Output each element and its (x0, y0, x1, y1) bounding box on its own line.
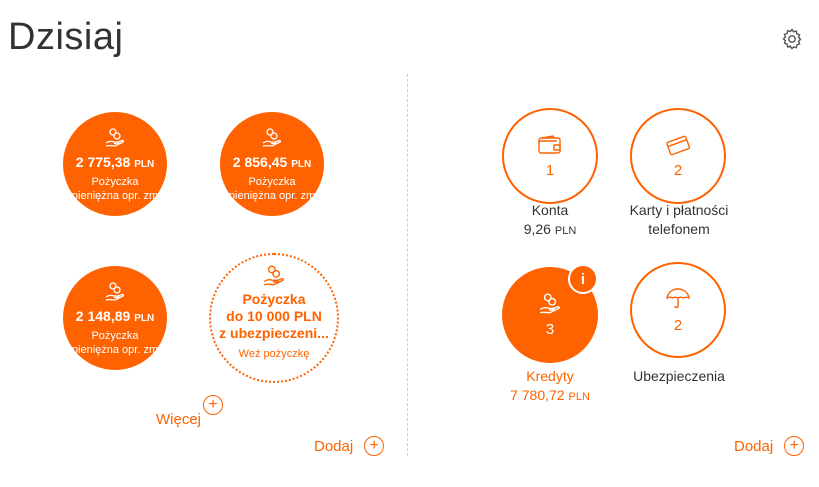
loan-amount: 2 148,89 PLN (75, 308, 155, 324)
card-icon (666, 135, 691, 155)
offer-text: Pożyczka do 10 000 PLN z ubezpieczeni... (219, 291, 329, 341)
product-cards[interactable]: 2 (630, 108, 726, 204)
coin-hand-icon (262, 128, 282, 147)
loan-description: Pożyczka pieniężna opr. zm (71, 176, 159, 202)
product-count: 2 (673, 161, 683, 179)
more-link[interactable]: Więcej (156, 411, 201, 428)
more-plus-icon[interactable]: + (203, 395, 223, 415)
product-count: 3 (545, 320, 555, 338)
wallet-icon (538, 134, 561, 154)
product-insurance-label: Ubezpieczenia (633, 368, 725, 384)
product-accounts[interactable]: 1 (502, 108, 598, 204)
loan-card-3[interactable]: 2 148,89 PLN Pożyczka pieniężna opr. zm (63, 266, 167, 370)
product-credits-label: Kredyty 7 780,72 PLN (510, 368, 590, 403)
plus-icon: + (364, 436, 385, 456)
offer-cta[interactable]: Weź pożyczkę (239, 348, 310, 360)
product-cards-label: Karty i płatności telefonem (629, 202, 729, 237)
info-icon[interactable]: i (568, 264, 598, 294)
coin-hand-icon (105, 282, 125, 301)
loan-card-1[interactable]: 2 775,38 PLN Pożyczka pieniężna opr. zm (63, 112, 167, 216)
coin-hand-icon (539, 292, 560, 313)
page-title: Dzisiaj (8, 16, 124, 58)
product-count: 2 (673, 316, 683, 334)
loan-description: Pożyczka pieniężna opr. zm (228, 176, 316, 202)
add-product-button[interactable]: Dodaj + (734, 436, 805, 456)
loan-description: Pożyczka pieniężna opr. zm (71, 330, 159, 356)
umbrella-icon (666, 287, 690, 308)
loan-amount: 2 775,38 PLN (75, 154, 155, 170)
coin-hand-icon (105, 128, 125, 147)
add-label: Dodaj (314, 437, 354, 455)
product-insurance[interactable]: 2 (630, 262, 726, 358)
plus-icon: + (784, 436, 805, 456)
product-accounts-label: Konta 9,26 PLN (523, 202, 577, 237)
gear-icon[interactable] (780, 27, 804, 51)
column-divider (407, 74, 408, 456)
add-loan-button[interactable]: Dodaj + (314, 436, 385, 456)
loan-card-2[interactable]: 2 856,45 PLN Pożyczka pieniężna opr. zm (220, 112, 324, 216)
product-count: 1 (545, 161, 555, 179)
coin-hand-icon (263, 265, 284, 286)
add-label: Dodaj (734, 437, 774, 455)
loan-amount: 2 856,45 PLN (232, 154, 312, 170)
loan-offer-card[interactable]: Pożyczka do 10 000 PLN z ubezpieczeni... W… (209, 253, 339, 383)
